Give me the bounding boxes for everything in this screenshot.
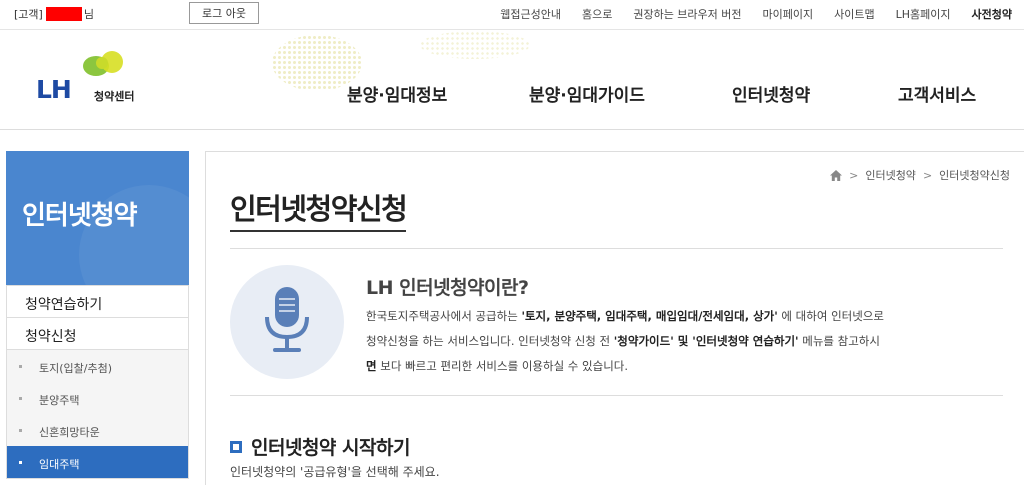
utility-nav: 웹접근성안내 홈으로 권장하는 브라우저 버전 마이페이지 사이트맵 LH홈페이… bbox=[479, 6, 1012, 22]
divider bbox=[230, 248, 1003, 249]
breadcrumb: > 인터넷청약 > 인터넷청약신청 bbox=[830, 167, 1010, 183]
breadcrumb-separator: > bbox=[849, 168, 859, 182]
page-title: 인터넷청약신청 bbox=[230, 186, 408, 232]
util-link-accessibility[interactable]: 웹접근성안내 bbox=[500, 6, 561, 22]
greeting-suffix: 님 bbox=[83, 8, 94, 21]
intro-text: 메뉴를 참고하시 bbox=[798, 334, 880, 348]
user-greeting: [고객] 님 bbox=[14, 6, 94, 22]
intro-bold: '청약가이드' 및 '인터넷청약 연습하기' bbox=[613, 334, 799, 348]
microphone-badge bbox=[230, 265, 344, 379]
breadcrumb-separator: > bbox=[922, 168, 933, 182]
intro-text: 에 대하여 인터넷으로 bbox=[777, 309, 884, 323]
nav-sale-rental-guide[interactable]: 분양·임대가이드 bbox=[529, 81, 645, 106]
section-heading-text: 인터넷청약 시작하기 bbox=[251, 437, 410, 459]
intro-bold: '토지, 분양주택, 임대주택, 매입임대/전세임대, 상가' bbox=[521, 309, 778, 323]
redacted-username bbox=[45, 7, 82, 21]
util-link-sitemap[interactable]: 사이트맵 bbox=[834, 6, 874, 22]
greeting-prefix: [고객] bbox=[14, 8, 43, 21]
intro-line-3: 면 보다 빠르고 편리한 서비스를 이용하실 수 있습니다. bbox=[366, 354, 986, 379]
sidebar-item-apply[interactable]: 청약신청 bbox=[6, 318, 189, 350]
square-bullet-icon bbox=[230, 440, 242, 453]
sidebar: 인터넷청약 청약연습하기 청약신청 토지(입찰/추첨) 분양주택 신혼희망타운 … bbox=[6, 151, 189, 485]
util-link-home[interactable]: 홈으로 bbox=[582, 6, 612, 22]
divider bbox=[230, 395, 1003, 396]
sidebar-sub-rental-housing[interactable]: 임대주택 bbox=[7, 446, 188, 478]
home-icon[interactable] bbox=[830, 169, 843, 181]
sidebar-sub-label: 신혼희망타운 bbox=[39, 426, 100, 439]
bullet-icon bbox=[19, 461, 22, 464]
main-nav: 분양·임대정보 분양·임대가이드 인터넷청약 고객서비스 bbox=[0, 81, 1024, 111]
intro-text: 한국토지주택공사에서 공급하는 bbox=[366, 309, 522, 323]
intro-text: 청약신청을 하는 서비스입니다. 인터넷청약 신청 전 bbox=[366, 334, 614, 348]
intro-bold: 면 bbox=[366, 359, 377, 373]
section-heading: 인터넷청약 시작하기 bbox=[230, 433, 410, 460]
main-content: > 인터넷청약 > 인터넷청약신청 인터넷청약신청 LH 인터넷청약이란? 한국… bbox=[205, 151, 1024, 485]
sidebar-title-panel: 인터넷청약 bbox=[6, 151, 189, 285]
utility-bar: [고객] 님 로그 아웃 웹접근성안내 홈으로 권장하는 브라우저 버전 마이페… bbox=[0, 0, 1024, 30]
sidebar-sub-label: 분양주택 bbox=[39, 394, 80, 407]
sidebar-title: 인터넷청약 bbox=[22, 201, 138, 231]
microphone-icon bbox=[265, 287, 309, 352]
util-link-lh-homepage[interactable]: LH홈페이지 bbox=[896, 6, 951, 22]
intro-line-2: 청약신청을 하는 서비스입니다. 인터넷청약 신청 전 '청약가이드' 및 '인… bbox=[366, 329, 986, 354]
breadcrumb-item-internet-subscription[interactable]: 인터넷청약 bbox=[865, 167, 916, 183]
nav-internet-subscription[interactable]: 인터넷청약 bbox=[732, 81, 810, 106]
logout-button[interactable]: 로그 아웃 bbox=[189, 2, 259, 24]
intro-text: 보다 빠르고 편리한 서비스를 이용하실 수 있습니다. bbox=[376, 359, 629, 373]
breadcrumb-item-current: 인터넷청약신청 bbox=[939, 169, 1010, 182]
util-link-mypage[interactable]: 마이페이지 bbox=[763, 6, 814, 22]
intro-description: 한국토지주택공사에서 공급하는 '토지, 분양주택, 임대주택, 매입임대/전세… bbox=[366, 304, 986, 379]
bullet-icon bbox=[19, 429, 22, 432]
sidebar-sub-label: 토지(입찰/추첨) bbox=[39, 362, 113, 375]
nav-sale-rental-info[interactable]: 분양·임대정보 bbox=[347, 81, 447, 106]
sidebar-sub-newlywed-town[interactable]: 신혼희망타운 bbox=[7, 414, 188, 446]
intro-heading: LH 인터넷청약이란? bbox=[366, 277, 529, 299]
nav-customer-service[interactable]: 고객서비스 bbox=[898, 81, 976, 106]
section-description: 인터넷청약의 '공급유형'을 선택해 주세요. bbox=[230, 465, 440, 479]
sidebar-submenu: 토지(입찰/추첨) 분양주택 신혼희망타운 임대주택 bbox=[6, 350, 189, 479]
sidebar-item-practice[interactable]: 청약연습하기 bbox=[6, 285, 189, 318]
util-link-browser[interactable]: 권장하는 브라우저 버전 bbox=[633, 6, 741, 22]
site-header: LH 청약센터 분양·임대정보 분양·임대가이드 인터넷청약 고객서비스 bbox=[0, 31, 1024, 130]
sidebar-sub-sale-housing[interactable]: 분양주택 bbox=[7, 382, 188, 414]
bullet-icon bbox=[19, 397, 22, 400]
bullet-icon bbox=[19, 365, 22, 368]
decorative-dots-2 bbox=[420, 31, 530, 59]
sidebar-sub-land[interactable]: 토지(입찰/추첨) bbox=[7, 350, 188, 382]
sidebar-sub-label: 임대주택 bbox=[39, 458, 80, 471]
intro-line-1: 한국토지주택공사에서 공급하는 '토지, 분양주택, 임대주택, 매입임대/전세… bbox=[366, 304, 986, 329]
util-link-pre-subscription[interactable]: 사전청약 bbox=[972, 6, 1012, 22]
